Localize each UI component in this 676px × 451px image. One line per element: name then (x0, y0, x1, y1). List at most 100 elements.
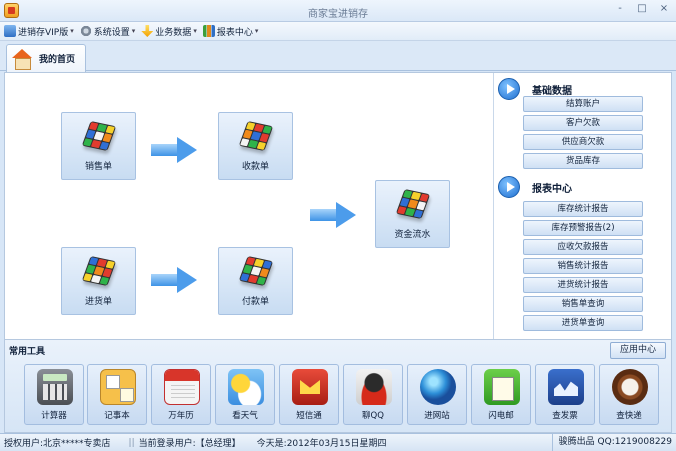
sales-order-query-button[interactable]: 销售单查询 (523, 296, 643, 312)
play-icon (498, 176, 520, 198)
side-panel: 基础数据 结算账户 客户欠款 供应商欠款 货品库存 报表中心 库存统计报告 库存… (493, 73, 671, 339)
report-center-title: 报表中心 (532, 183, 572, 195)
purchase-stats-report-button[interactable]: 进货统计报告 (523, 277, 643, 293)
menu-business[interactable]: 业务数据 ▾ (141, 25, 197, 38)
home-panel: 销售单 收款单 资金流水 进货单 付款单 基础数据 结算账户 客户欠款 供应商欠… (4, 72, 672, 340)
tool-mail[interactable]: 闪电邮 (471, 364, 531, 425)
tool-qq[interactable]: 聊QQ (343, 364, 403, 425)
rubik-cube-icon (395, 187, 431, 221)
sales-order-tile[interactable]: 销售单 (61, 112, 136, 180)
flow-arrow-icon (151, 267, 197, 293)
window-controls: - □ × (614, 3, 670, 14)
caret-down-icon: ▾ (254, 27, 259, 35)
common-tools-title: 常用工具 (9, 347, 46, 357)
calculator-icon (37, 369, 73, 405)
app-center-button[interactable]: 应用中心 (610, 342, 666, 359)
settlement-account-button[interactable]: 结算账户 (523, 96, 643, 112)
tool-sms-label: 短信通 (296, 411, 322, 421)
menu-business-label: 业务数据 (155, 27, 192, 38)
flow-arrow-icon (310, 202, 356, 228)
receipt-tile[interactable]: 收款单 (218, 112, 293, 180)
tool-calculator[interactable]: 计算器 (24, 364, 84, 425)
today-date: 今天是:2012年03月15日星期四 (256, 439, 387, 449)
tool-calendar-label: 万年历 (168, 411, 194, 421)
weather-icon (228, 369, 264, 405)
flow-arrow-icon (151, 137, 197, 163)
menu-settings-label: 系统设置 (93, 27, 130, 38)
close-button[interactable]: × (658, 3, 670, 14)
calendar-icon (164, 369, 200, 405)
rubik-cube-icon (81, 254, 117, 288)
rubik-cube-icon (81, 119, 117, 153)
customer-debt-button[interactable]: 客户欠款 (523, 115, 643, 131)
sales-order-label: 销售单 (84, 162, 112, 172)
maximize-button[interactable]: □ (636, 3, 648, 14)
tab-strip: 我的首页 (0, 41, 676, 72)
window-title: 商家宝进销存 (308, 9, 368, 20)
play-icon (498, 78, 520, 100)
bar-chart-icon (202, 25, 215, 37)
tool-qq-label: 聊QQ (362, 411, 384, 421)
home-icon (11, 48, 33, 70)
tool-mail-label: 闪电邮 (488, 411, 514, 421)
rubik-cube-icon (238, 119, 274, 153)
payment-label: 付款单 (241, 297, 269, 307)
menu-reports[interactable]: 报表中心 ▾ (202, 25, 259, 38)
tool-notepad-label: 记事本 (104, 411, 130, 421)
purchase-order-query-button[interactable]: 进货单查询 (523, 315, 643, 331)
receivable-report-button[interactable]: 应收欠款报告 (523, 239, 643, 255)
purchase-order-label: 进货单 (84, 297, 112, 307)
supplier-debt-button[interactable]: 供应商欠款 (523, 134, 643, 150)
cashflow-tile[interactable]: 资金流水 (375, 180, 450, 248)
menu-vip-label: 进销存VIP版 (18, 27, 69, 38)
invoice-icon (548, 369, 584, 405)
compass-icon (612, 369, 648, 405)
tool-notepad[interactable]: 记事本 (87, 364, 147, 425)
status-separator: || (128, 437, 135, 448)
gear-icon (79, 25, 92, 37)
menu-vip[interactable]: 进销存VIP版 ▾ (4, 25, 74, 38)
tool-invoice[interactable]: 查发票 (535, 364, 595, 425)
vendor-info: 骏腾出品 QQ:1219008229 (551, 434, 672, 451)
cashflow-label: 资金流水 (394, 230, 431, 240)
tool-express-label: 查快递 (616, 411, 642, 421)
caret-down-icon: ▾ (193, 27, 197, 35)
common-tools-bar: 常用工具 应用中心 计算器 记事本 万年历 看天气 短信通 聊QQ 进网站 闪电… (4, 340, 672, 433)
globe-icon (420, 369, 456, 405)
purchase-order-tile[interactable]: 进货单 (61, 247, 136, 315)
caret-down-icon: ▾ (70, 27, 74, 35)
tool-weather[interactable]: 看天气 (215, 364, 275, 425)
menu-settings[interactable]: 系统设置 ▾ (79, 25, 136, 38)
tool-website-label: 进网站 (424, 411, 450, 421)
status-bar: 授权用户:北京*****专卖店 || 当前登录用户:【总经理】 今天是:2012… (0, 433, 676, 451)
sms-icon (292, 369, 328, 405)
tool-sms[interactable]: 短信通 (279, 364, 339, 425)
monitor-icon (4, 25, 16, 37)
tab-home[interactable]: 我的首页 (6, 44, 86, 72)
arrow-down-icon (141, 25, 154, 37)
caret-down-icon: ▾ (131, 27, 136, 35)
tool-calendar[interactable]: 万年历 (151, 364, 211, 425)
basic-data-title: 基础数据 (532, 85, 572, 97)
tool-weather-label: 看天气 (232, 411, 258, 421)
stock-stats-report-button[interactable]: 库存统计报告 (523, 201, 643, 217)
goods-stock-button[interactable]: 货品库存 (523, 153, 643, 169)
stock-warning-report-button[interactable]: 库存预警报告(2) (523, 220, 643, 236)
tool-website[interactable]: 进网站 (407, 364, 467, 425)
payment-tile[interactable]: 付款单 (218, 247, 293, 315)
rubik-cube-icon (238, 254, 274, 288)
title-bar: 商家宝进销存 - □ × (0, 0, 676, 22)
menu-bar: 进销存VIP版 ▾ 系统设置 ▾ 业务数据 ▾ 报表中心 ▾ (0, 22, 676, 41)
tool-invoice-label: 查发票 (552, 411, 578, 421)
tool-express[interactable]: 查快递 (599, 364, 659, 425)
business-flow: 销售单 收款单 资金流水 进货单 付款单 (5, 73, 493, 339)
qq-icon (356, 369, 392, 405)
licensed-user: 授权用户:北京*****专卖店 (4, 439, 111, 449)
current-user: 当前登录用户:【总经理】 (138, 439, 241, 449)
receipt-label: 收款单 (241, 162, 269, 172)
sales-stats-report-button[interactable]: 销售统计报告 (523, 258, 643, 274)
report-center-header: 报表中心 (498, 176, 572, 198)
menu-reports-label: 报表中心 (216, 27, 253, 38)
minimize-button[interactable]: - (614, 3, 626, 14)
mail-icon (484, 369, 520, 405)
